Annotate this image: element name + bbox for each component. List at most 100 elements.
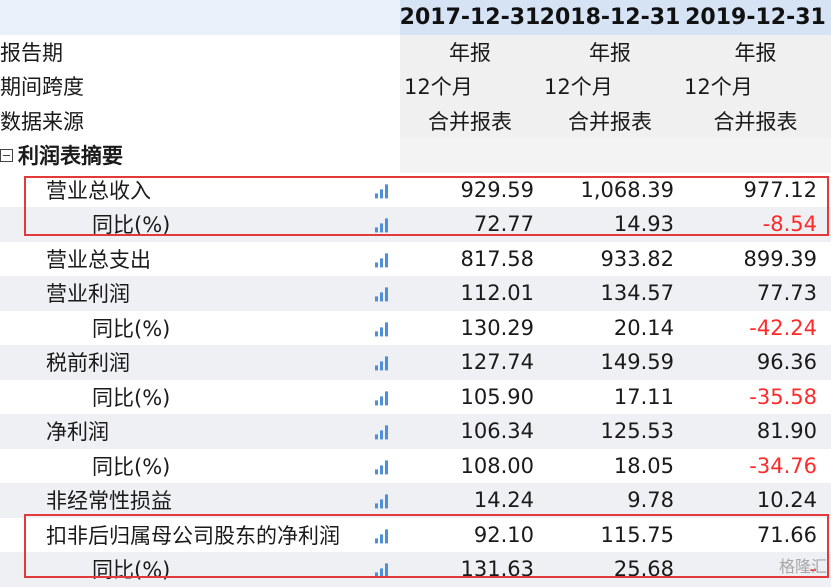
yoy-row[interactable]: 同比(%) 105.90 17.11 -35.58: [0, 380, 831, 415]
section-row[interactable]: 利润表摘要: [0, 138, 831, 173]
row-label: 营业总收入: [46, 178, 151, 203]
value-cell[interactable]: 977.12: [680, 173, 831, 208]
value-cell[interactable]: 115.75: [540, 518, 680, 553]
yoy-row[interactable]: 同比(%) 72.77 14.93 -8.54: [0, 207, 831, 242]
bar-chart-icon[interactable]: [375, 218, 389, 233]
header-date-cell[interactable]: 2019-12-31: [680, 0, 831, 35]
yoy-row[interactable]: 同比(%) 131.63 25.68-: [0, 552, 831, 587]
row-label-cell[interactable]: 非经常性损益: [0, 483, 400, 518]
value-cell[interactable]: 131.63: [400, 552, 540, 587]
value-cell[interactable]: 9.78: [540, 483, 680, 518]
value-cell[interactable]: 127.74: [400, 345, 540, 380]
header-date-cell[interactable]: 2017-12-31: [400, 0, 540, 35]
header-date: 2017-12-31: [399, 4, 541, 30]
value-cell[interactable]: 96.36: [680, 345, 831, 380]
meta-value: 年报: [449, 40, 491, 65]
yoy-row[interactable]: 同比(%) 130.29 20.14 -42.24: [0, 311, 831, 346]
value-cell[interactable]: -34.76: [680, 449, 831, 484]
value-cell[interactable]: 14.24: [400, 483, 540, 518]
header-blank-cell: [0, 0, 400, 35]
table-row[interactable]: 净利润 106.34 125.53 81.90: [0, 414, 831, 449]
meta-label-cell: 数据来源: [0, 104, 400, 139]
value-cell[interactable]: 17.11: [540, 380, 680, 415]
cell-value: 929.59: [460, 177, 534, 202]
table-row[interactable]: 非经常性损益 14.24 9.78 10.24: [0, 483, 831, 518]
value-cell[interactable]: 25.68: [540, 552, 680, 587]
row-label-cell[interactable]: 营业总收入: [0, 173, 400, 208]
value-cell[interactable]: 899.39: [680, 242, 831, 277]
value-cell[interactable]: 71.66: [680, 518, 831, 553]
value-cell[interactable]: 105.90: [400, 380, 540, 415]
bar-chart-icon[interactable]: [375, 356, 389, 371]
value-cell[interactable]: -8.54: [680, 207, 831, 242]
value-cell[interactable]: 20.14: [540, 311, 680, 346]
table-row[interactable]: 营业利润 112.01 134.57 77.73: [0, 276, 831, 311]
header-row: 2017-12-31 2018-12-31 2019-12-31: [0, 0, 831, 35]
cell-value: 134.57: [600, 281, 674, 306]
bar-chart-icon[interactable]: [375, 529, 389, 544]
value-cell[interactable]: 130.29: [400, 311, 540, 346]
value-cell[interactable]: -35.58: [680, 380, 831, 415]
row-label: 同比(%): [92, 454, 171, 479]
bar-chart-icon[interactable]: [375, 494, 389, 509]
row-label-cell[interactable]: 同比(%): [0, 449, 400, 484]
row-label-cell[interactable]: 营业利润: [0, 276, 400, 311]
section-label-cell[interactable]: 利润表摘要: [0, 138, 400, 173]
bar-chart-icon[interactable]: [375, 460, 389, 475]
row-label-cell[interactable]: 同比(%): [0, 380, 400, 415]
bar-chart-icon[interactable]: [375, 287, 389, 302]
value-cell[interactable]: 106.34: [400, 414, 540, 449]
value-cell[interactable]: 933.82: [540, 242, 680, 277]
value-cell[interactable]: 72.77: [400, 207, 540, 242]
meta-label: 期间跨度: [0, 75, 84, 100]
row-label: 非经常性损益: [46, 489, 172, 514]
row-label-cell[interactable]: 营业总支出: [0, 242, 400, 277]
value-cell[interactable]: 81.90: [680, 414, 831, 449]
bar-chart-icon[interactable]: [375, 322, 389, 337]
row-label-cell[interactable]: 同比(%): [0, 207, 400, 242]
table-row[interactable]: 扣非后归属母公司股东的净利润 92.10 115.75 71.66: [0, 518, 831, 553]
table-row[interactable]: 税前利润 127.74 149.59 96.36: [0, 345, 831, 380]
row-label-cell[interactable]: 同比(%): [0, 552, 400, 587]
cell-value: 77.73: [756, 281, 817, 306]
bar-chart-icon[interactable]: [375, 391, 389, 406]
value-cell[interactable]: 929.59: [400, 173, 540, 208]
header-date: 2018-12-31: [539, 4, 681, 30]
table-row[interactable]: 营业总收入 929.59 1,068.39 977.12: [0, 173, 831, 208]
meta-value-cell: 12个月: [540, 69, 680, 104]
value-cell[interactable]: 108.00: [400, 449, 540, 484]
cell-value: 106.34: [460, 419, 534, 444]
value-cell[interactable]: 125.53: [540, 414, 680, 449]
row-label-cell[interactable]: 同比(%): [0, 311, 400, 346]
value-cell[interactable]: 134.57: [540, 276, 680, 311]
bar-chart-icon[interactable]: [375, 563, 389, 578]
cell-value: 96.36: [756, 350, 817, 375]
section-toggle[interactable]: 利润表摘要: [0, 140, 123, 170]
yoy-row[interactable]: 同比(%) 108.00 18.05 -34.76: [0, 449, 831, 484]
bar-chart-icon[interactable]: [375, 184, 389, 199]
row-label-cell[interactable]: 净利润: [0, 414, 400, 449]
bar-chart-icon[interactable]: [375, 253, 389, 268]
collapse-icon[interactable]: [0, 148, 13, 162]
watermark-logo: 格隆汇: [778, 557, 827, 576]
value-cell[interactable]: 92.10: [400, 518, 540, 553]
meta-value-cell: 合并报表: [540, 103, 680, 138]
meta-value: 12个月: [684, 75, 753, 100]
row-label-cell[interactable]: 税前利润: [0, 345, 400, 380]
meta-value: 合并报表: [713, 109, 798, 134]
value-cell[interactable]: 10.24: [680, 483, 831, 518]
value-cell[interactable]: -42.24: [680, 311, 831, 346]
bar-chart-icon[interactable]: [375, 425, 389, 440]
row-label-cell[interactable]: 扣非后归属母公司股东的净利润: [0, 518, 400, 553]
meta-value: 年报: [734, 40, 777, 65]
value-cell[interactable]: 149.59: [540, 345, 680, 380]
meta-label-cell: 报告期: [0, 35, 400, 70]
header-date-cell[interactable]: 2018-12-31: [540, 0, 680, 35]
table-row[interactable]: 营业总支出 817.58 933.82 899.39: [0, 242, 831, 277]
value-cell[interactable]: 1,068.39: [540, 173, 680, 208]
value-cell[interactable]: 18.05: [540, 449, 680, 484]
value-cell[interactable]: 77.73: [680, 276, 831, 311]
value-cell[interactable]: 14.93: [540, 207, 680, 242]
value-cell[interactable]: 112.01: [400, 276, 540, 311]
value-cell[interactable]: 817.58: [400, 242, 540, 277]
